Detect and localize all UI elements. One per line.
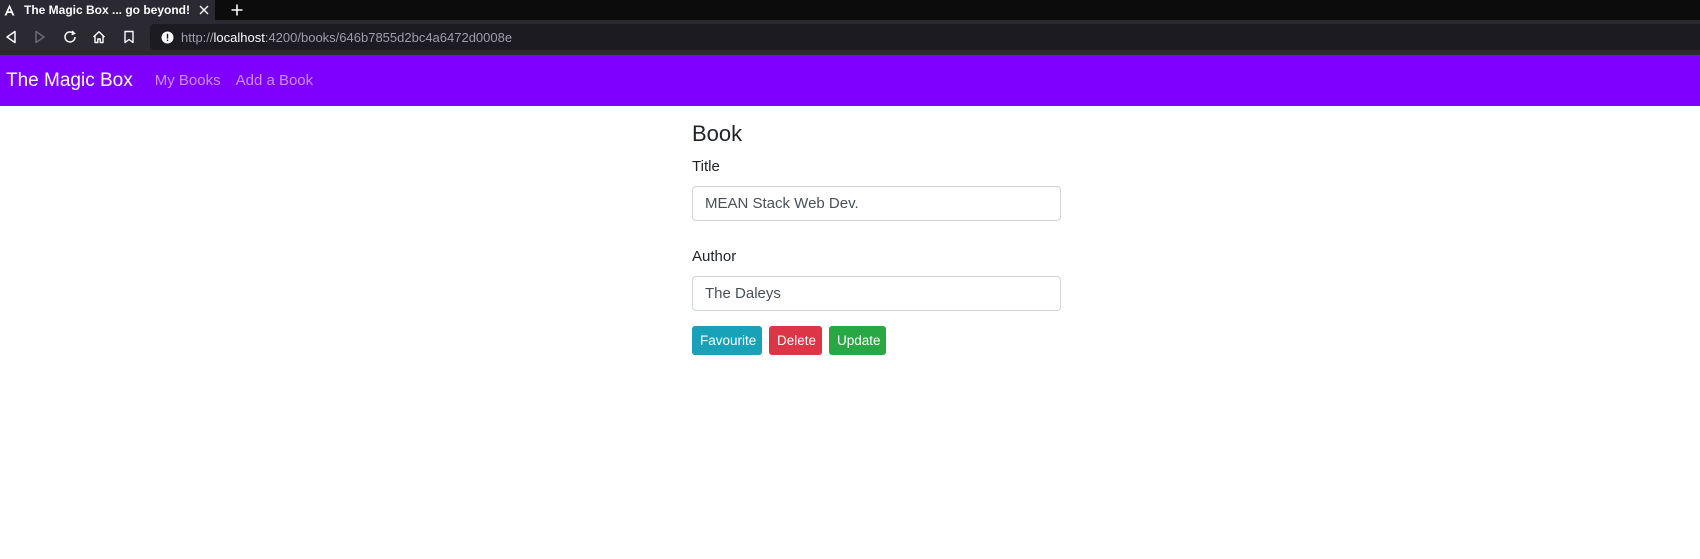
url-text: http://localhost:4200/books/646b7855d2bc…: [181, 30, 512, 45]
navbar-brand[interactable]: The Magic Box: [6, 70, 133, 92]
favourite-button[interactable]: Favourite: [692, 326, 762, 355]
browser-tab-bar: The Magic Box ... go beyond!: [0, 0, 1700, 20]
back-icon[interactable]: [2, 28, 20, 46]
nav-link-my-books[interactable]: My Books: [155, 72, 221, 89]
author-label: Author: [692, 248, 737, 265]
bookmark-icon[interactable]: [120, 28, 138, 46]
tab-title: The Magic Box ... go beyond!: [24, 3, 191, 17]
book-form: Book Title Author Favourite Delete Updat…: [692, 106, 1061, 355]
address-bar[interactable]: http://localhost:4200/books/646b7855d2bc…: [150, 24, 1700, 50]
author-input[interactable]: [692, 276, 1061, 311]
url-prefix: http://: [181, 29, 214, 45]
angular-favicon-icon: [3, 4, 15, 16]
close-tab-icon[interactable]: [197, 0, 211, 20]
forward-icon[interactable]: [31, 28, 49, 46]
home-icon[interactable]: [90, 28, 108, 46]
action-buttons: Favourite Delete Update: [692, 326, 1061, 355]
url-path: :4200/books/646b7855d2bc4a6472d0008e: [264, 29, 513, 45]
url-host: localhost: [213, 29, 265, 45]
title-label: Title: [692, 158, 720, 175]
new-tab-plus-icon[interactable]: [228, 0, 246, 20]
browser-tab-active[interactable]: The Magic Box ... go beyond!: [0, 0, 215, 20]
site-info-icon[interactable]: [160, 30, 174, 44]
nav-link-add-book[interactable]: Add a Book: [236, 72, 314, 89]
reload-icon[interactable]: [61, 28, 79, 46]
browser-toolbar: http://localhost:4200/books/646b7855d2bc…: [0, 20, 1700, 55]
update-button[interactable]: Update: [829, 326, 886, 355]
page-title: Book: [692, 121, 743, 146]
app-navbar: The Magic Box My Books Add a Book: [0, 55, 1700, 106]
title-input[interactable]: [692, 186, 1061, 221]
delete-button[interactable]: Delete: [769, 326, 822, 355]
